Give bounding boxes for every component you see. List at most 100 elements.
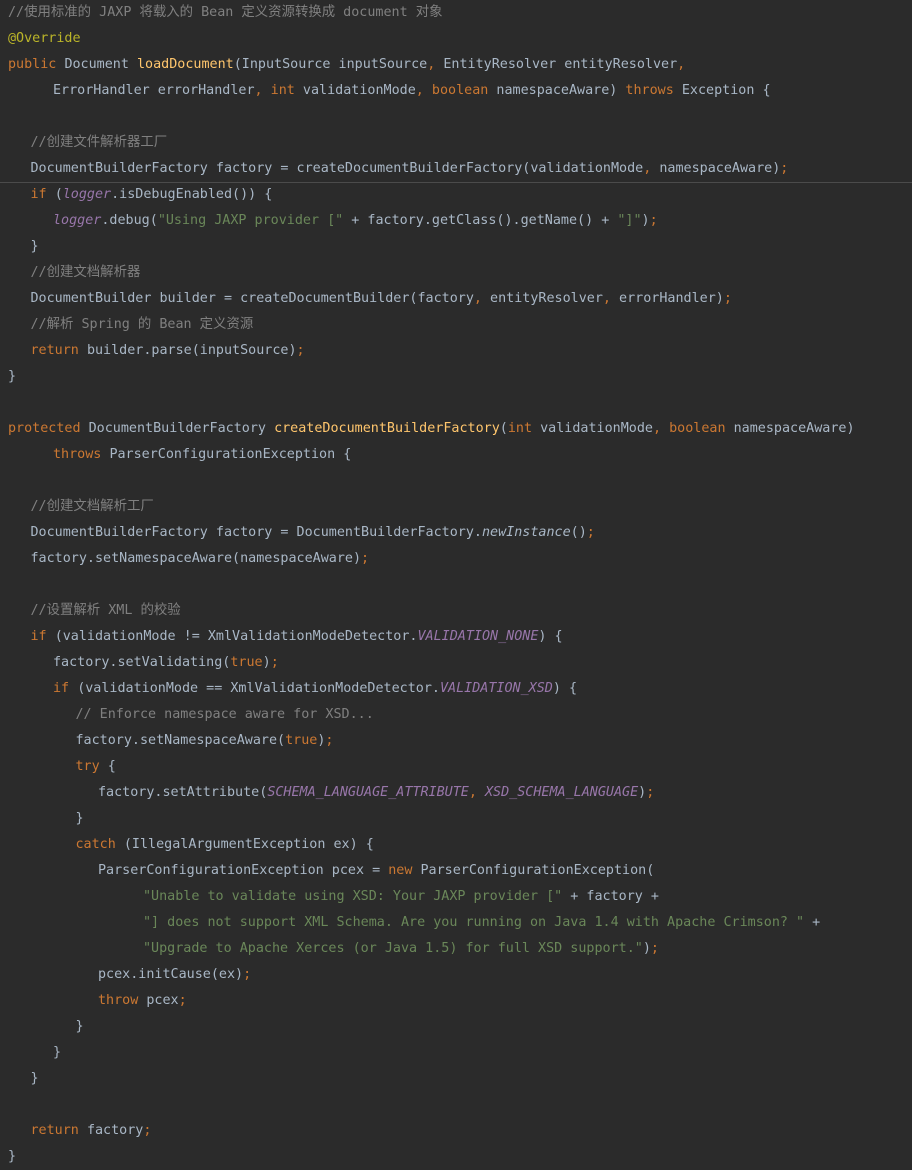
code-token: boolean (669, 421, 734, 436)
code-token: , (677, 57, 686, 72)
code-line: } (31, 234, 39, 260)
code-token: //解析 Spring 的 Bean 定义资源 (30, 317, 254, 332)
code-token: } (75, 811, 84, 826)
code-token: "]" (617, 213, 642, 228)
code-line: } (31, 1066, 39, 1092)
code-token: namespaceAware) (659, 161, 781, 176)
code-token: Document (64, 57, 137, 72)
code-line: factory.setNamespaceAware(namespaceAware… (31, 546, 370, 572)
code-token: loadDocument (137, 57, 234, 72)
code-token: VALIDATION_NONE (417, 629, 539, 644)
code-token: catch (75, 837, 124, 852)
code-token: boolean (431, 83, 497, 98)
code-line: factory.setNamespaceAware(true); (76, 728, 334, 754)
code-line: throw pcex; (98, 988, 187, 1014)
code-token: factory (86, 1123, 144, 1138)
code-line: } (8, 364, 16, 390)
code-token: DocumentBuilderFactory factory = createD… (30, 161, 644, 176)
code-token: (IllegalArgumentException ex) { (123, 837, 374, 852)
code-token: true (230, 655, 263, 670)
code-token: ParserConfigurationException( (420, 863, 655, 878)
code-token: ; (325, 733, 334, 748)
code-line: pcex.initCause(ex); (98, 962, 251, 988)
code-line: factory.setAttribute(SCHEMA_LANGUAGE_ATT… (98, 780, 654, 806)
code-token: DocumentBuilder builder = createDocument… (30, 291, 474, 306)
code-token: ErrorHandler errorHandler (53, 83, 255, 98)
code-token: , (643, 161, 660, 176)
code-line: //创建文档解析器 (31, 260, 141, 286)
code-token: //使用标准的 JAXP 将载入的 Bean 定义资源转换成 document … (8, 5, 443, 20)
code-line: "Upgrade to Apache Xerces (or Java 1.5) … (143, 936, 659, 962)
code-token: ( (54, 187, 63, 202)
code-token: + (812, 915, 821, 930)
code-token: try (75, 759, 108, 774)
code-token: ; (780, 161, 789, 176)
code-token: .debug( (101, 213, 158, 228)
code-line: @Override (8, 26, 81, 52)
code-token: } (8, 1149, 17, 1164)
code-line: } (53, 1040, 61, 1066)
code-token: pcex.initCause(ex) (98, 967, 244, 982)
code-line: DocumentBuilderFactory factory = createD… (31, 156, 789, 182)
code-line: if (logger.isDebugEnabled()) { (31, 182, 273, 208)
code-token: ; (143, 1123, 152, 1138)
code-token: ; (178, 993, 187, 1008)
code-line: //创建文档解析工厂 (31, 494, 154, 520)
code-token: public (8, 57, 65, 72)
code-token: //创建文档解析器 (30, 265, 141, 280)
code-token: factory.setAttribute( (98, 785, 268, 800)
code-token: ; (646, 785, 655, 800)
code-token: logger (53, 213, 102, 228)
code-token: "Upgrade to Apache Xerces (or Java 1.5) … (143, 941, 643, 956)
code-token: (InputSource inputSource (233, 57, 428, 72)
code-token: } (30, 1071, 39, 1086)
code-token: builder.parse(inputSource) (86, 343, 297, 358)
code-token: ; (296, 343, 305, 358)
code-line: //创建文件解析器工厂 (31, 130, 168, 156)
code-token: Exception { (681, 83, 771, 98)
code-token: entityResolver (490, 291, 603, 306)
code-line: } (8, 1144, 16, 1170)
code-line: DocumentBuilder builder = createDocument… (31, 286, 732, 312)
code-line: public Document loadDocument(InputSource… (8, 52, 685, 78)
code-token: DocumentBuilderFactory (88, 421, 275, 436)
code-token: pcex (146, 993, 179, 1008)
code-token: factory.setNamespaceAware(namespaceAware… (30, 551, 362, 566)
code-token: ) (642, 941, 651, 956)
code-token: SCHEMA_LANGUAGE_ATTRIBUTE (267, 785, 469, 800)
code-line: // Enforce namespace aware for XSD... (76, 702, 374, 728)
code-line: factory.setValidating(true); (53, 650, 279, 676)
code-line: catch (IllegalArgumentException ex) { (76, 832, 374, 858)
code-line: "Unable to validate using XSD: Your JAXP… (143, 884, 659, 910)
code-token: ) { (552, 681, 578, 696)
code-token: .isDebugEnabled()) { (111, 187, 273, 202)
code-token: "Using JAXP provider [" (157, 213, 352, 228)
code-token: ( (499, 421, 508, 436)
code-token: "Unable to validate using XSD: Your JAXP… (143, 889, 571, 904)
code-token: if (30, 187, 55, 202)
code-token: true (285, 733, 318, 748)
code-token: throw (98, 993, 147, 1008)
code-token: protected (8, 421, 89, 436)
code-token: ; (243, 967, 252, 982)
code-token: , (473, 291, 491, 306)
code-token: ; (649, 213, 658, 228)
code-token: VALIDATION_XSD (439, 681, 553, 696)
code-token: , (254, 83, 271, 98)
code-line: ErrorHandler errorHandler, int validatio… (53, 78, 771, 104)
code-token: newInstance (481, 525, 571, 540)
code-token: //设置解析 XML 的校验 (30, 603, 181, 618)
code-token: if (30, 629, 55, 644)
code-token: return (30, 1123, 87, 1138)
code-editor[interactable]: //使用标准的 JAXP 将载入的 Bean 定义资源转换成 document … (0, 0, 912, 1170)
code-token: XSD_SCHEMA_LANGUAGE (484, 785, 639, 800)
code-line: //使用标准的 JAXP 将载入的 Bean 定义资源转换成 document … (8, 0, 443, 26)
code-token: ; (361, 551, 370, 566)
code-line: //解析 Spring 的 Bean 定义资源 (31, 312, 254, 338)
code-token: createDocumentBuilderFactory (274, 421, 500, 436)
code-line: "] does not support XML Schema. Are you … (143, 910, 820, 936)
code-token: throws (53, 447, 110, 462)
code-token: "] does not support XML Schema. Are you … (143, 915, 813, 930)
code-token: , (652, 421, 670, 436)
code-token: ; (270, 655, 279, 670)
